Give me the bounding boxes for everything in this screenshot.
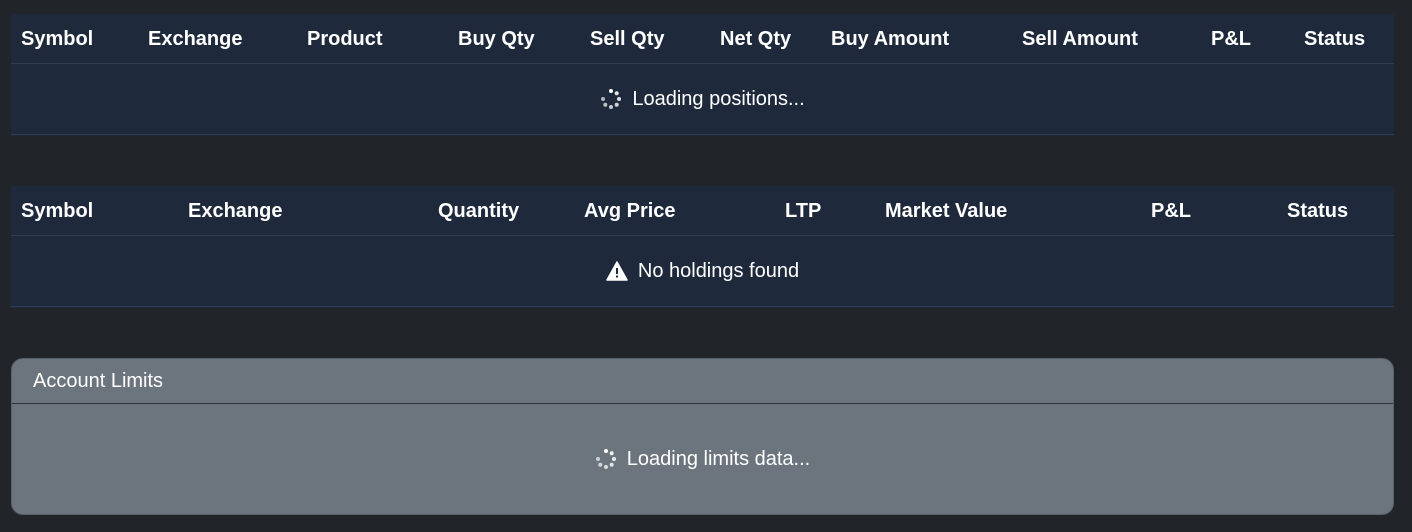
column-header-net-qty[interactable]: Net Qty bbox=[720, 14, 791, 64]
positions-loading-text: Loading positions... bbox=[632, 87, 805, 110]
account-limits-body: Loading limits data... bbox=[12, 404, 1393, 514]
column-header-status[interactable]: Status bbox=[1287, 186, 1348, 236]
holdings-table: Symbol Exchange Quantity Avg Price LTP M… bbox=[11, 186, 1394, 308]
column-header-quantity[interactable]: Quantity bbox=[438, 186, 519, 236]
column-header-status[interactable]: Status bbox=[1304, 14, 1365, 64]
spinner-icon bbox=[595, 448, 617, 470]
holdings-empty-text: No holdings found bbox=[637, 259, 800, 282]
positions-table-header: Symbol Exchange Product Buy Qty Sell Qty… bbox=[11, 14, 1394, 64]
column-header-sell-qty[interactable]: Sell Qty bbox=[590, 14, 664, 64]
column-header-exchange[interactable]: Exchange bbox=[148, 14, 242, 64]
column-header-ltp[interactable]: LTP bbox=[785, 186, 821, 236]
column-header-pnl[interactable]: P&L bbox=[1151, 186, 1191, 236]
column-header-symbol[interactable]: Symbol bbox=[21, 186, 93, 236]
limits-loading-text: Loading limits data... bbox=[626, 447, 811, 470]
column-header-buy-qty[interactable]: Buy Qty bbox=[458, 14, 535, 64]
column-header-avg-price[interactable]: Avg Price bbox=[584, 186, 676, 236]
column-header-pnl[interactable]: P&L bbox=[1211, 14, 1251, 64]
spinner-icon bbox=[600, 88, 622, 110]
column-header-sell-amount[interactable]: Sell Amount bbox=[1022, 14, 1138, 64]
column-header-buy-amount[interactable]: Buy Amount bbox=[831, 14, 949, 64]
account-limits-title: Account Limits bbox=[33, 370, 164, 392]
positions-empty-row: Loading positions... bbox=[11, 64, 1394, 135]
holdings-empty-row: No holdings found bbox=[11, 236, 1394, 307]
holdings-table-header: Symbol Exchange Quantity Avg Price LTP M… bbox=[11, 186, 1394, 236]
positions-table: Symbol Exchange Product Buy Qty Sell Qty… bbox=[11, 14, 1394, 136]
column-header-product[interactable]: Product bbox=[307, 14, 383, 64]
account-limits-card: Account Limits Loading limits data... bbox=[11, 358, 1394, 515]
warning-icon bbox=[606, 261, 628, 281]
account-limits-header: Account Limits bbox=[12, 359, 1393, 404]
column-header-market-value[interactable]: Market Value bbox=[885, 186, 1007, 236]
limits-loading-state: Loading limits data... bbox=[595, 448, 810, 471]
holdings-empty-state: No holdings found bbox=[606, 260, 799, 283]
column-header-symbol[interactable]: Symbol bbox=[21, 14, 93, 64]
column-header-exchange[interactable]: Exchange bbox=[188, 186, 282, 236]
positions-loading-state: Loading positions... bbox=[600, 87, 805, 111]
